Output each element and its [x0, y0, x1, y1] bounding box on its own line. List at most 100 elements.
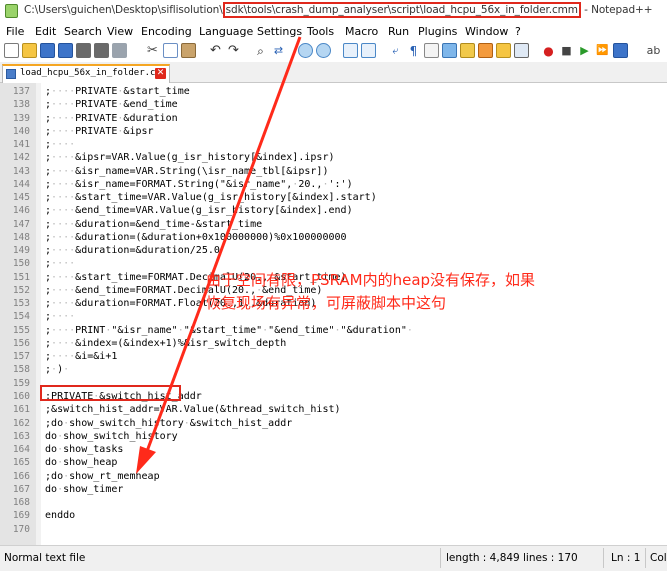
code-line[interactable]: 165 do·show_heap	[0, 456, 667, 469]
code-text: ;····PRIVATE·&ipsr	[45, 125, 154, 137]
code-line[interactable]: 144 ;····&isr_name=FORMAT.String("&isr_na…	[0, 178, 667, 191]
save-macro-icon[interactable]	[613, 43, 628, 58]
indent-guide-icon[interactable]	[424, 43, 439, 58]
code-text: ;&switch_hist_addr=VAR.Value(&thread_swi…	[45, 404, 341, 416]
menu-encoding[interactable]: Encoding	[141, 25, 192, 38]
folder-workspace-icon[interactable]	[496, 43, 511, 58]
zoom-out-icon[interactable]	[316, 43, 331, 58]
zoom-in-icon[interactable]	[298, 43, 313, 58]
replace-icon[interactable]: ⇄	[271, 43, 286, 58]
code-line[interactable]: 145 ;····&start_time=VAR.Value(g_isr_hist…	[0, 191, 667, 204]
menu-settings[interactable]: Settings	[257, 25, 302, 38]
code-line[interactable]: 155 ;····PRINT·"&isr_name"·"&start_time"·…	[0, 324, 667, 337]
tab-load-hcpu[interactable]: load_hcpu_56x_in_folder.cmm ✕	[2, 64, 170, 83]
menu-search[interactable]: Search	[64, 25, 102, 38]
menu-macro[interactable]: Macro	[345, 25, 378, 38]
code-text: ;do·show_rt_memheap	[45, 470, 160, 482]
doc-map-icon[interactable]	[460, 43, 475, 58]
monitor-icon[interactable]	[514, 43, 529, 58]
line-number: 169	[12, 510, 30, 522]
tab-bar: load_hcpu_56x_in_folder.cmm ✕	[0, 62, 667, 83]
close-all-icon[interactable]	[94, 43, 109, 58]
menu-language[interactable]: Language	[199, 25, 253, 38]
udl-icon[interactable]	[442, 43, 457, 58]
code-text: ;····PRINT·"&isr_name"·"&start_time"·"&e…	[45, 324, 413, 336]
menu-plugins[interactable]: Plugins	[418, 25, 457, 38]
code-text: ;····PRIVATE·&end_time	[45, 99, 178, 111]
status-col: Col	[650, 552, 667, 564]
menu-tools[interactable]: Tools	[307, 25, 334, 38]
line-number: 162	[12, 417, 30, 429]
code-line[interactable]: 142 ;····&ipsr=VAR.Value(g_isr_history[&i…	[0, 151, 667, 164]
save-all-icon[interactable]	[58, 43, 73, 58]
line-number: 155	[12, 324, 30, 336]
code-line[interactable]: 157 ;····&i=&i+1	[0, 350, 667, 363]
paste-icon[interactable]	[181, 43, 196, 58]
code-line[interactable]: 158 ;·)·	[0, 363, 667, 376]
run-macro-multiple-icon[interactable]: ⏩	[595, 43, 610, 58]
menu-edit[interactable]: Edit	[35, 25, 56, 38]
menu-file[interactable]: File	[6, 25, 24, 38]
line-number: 149	[12, 245, 30, 257]
code-text: do·show_timer	[45, 483, 124, 495]
sync-v-icon[interactable]	[343, 43, 358, 58]
stop-macro-icon[interactable]: ■	[559, 43, 574, 58]
code-text: ;····&duration=&duration/25.0	[45, 245, 220, 257]
code-line[interactable]: 139 ;····PRIVATE·&duration	[0, 112, 667, 125]
tab-close-icon[interactable]: ✕	[155, 68, 166, 79]
code-line[interactable]: 170	[0, 523, 667, 536]
code-line[interactable]: 143 ;····&isr_name=VAR.String(\isr_name_t…	[0, 165, 667, 178]
code-line[interactable]: 149 ;····&duration=&duration/25.0	[0, 244, 667, 257]
code-line[interactable]: 156 ;····&index=(&index+1)%&isr_switch_de…	[0, 337, 667, 350]
code-line[interactable]: 163 do·show_switch_history	[0, 430, 667, 443]
code-line[interactable]: 164 do·show_tasks	[0, 443, 667, 456]
undo-icon[interactable]: ↶	[208, 43, 223, 58]
code-line[interactable]: 161 ;&switch_hist_addr=VAR.Value(&thread_…	[0, 403, 667, 416]
status-divider	[440, 548, 441, 568]
code-text: enddo	[45, 510, 76, 522]
show-all-chars-icon[interactable]: ¶	[406, 43, 421, 58]
menu-help[interactable]: ?	[515, 25, 521, 38]
code-line[interactable]: 146 ;····&end_time=VAR.Value(g_isr_histor…	[0, 204, 667, 217]
new-file-icon[interactable]	[4, 43, 19, 58]
menu-window[interactable]: Window	[465, 25, 508, 38]
code-line[interactable]: 147 ;····&duration=&end_time-&start_time	[0, 218, 667, 231]
line-number: 156	[12, 337, 30, 349]
code-line[interactable]: 169 enddo	[0, 509, 667, 522]
word-wrap-icon[interactable]: ⤶	[388, 43, 403, 58]
menu-view[interactable]: View	[107, 25, 133, 38]
code-line[interactable]: 148 ;····&duration=(&duration+0x100000000…	[0, 231, 667, 244]
annotation-line-1: 由于空间有限，PSRAM内的heap没有保存，如果	[206, 271, 536, 289]
open-file-icon[interactable]	[22, 43, 37, 58]
sync-h-icon[interactable]	[361, 43, 376, 58]
cut-icon[interactable]: ✂	[145, 43, 160, 58]
copy-icon[interactable]	[163, 43, 178, 58]
code-line[interactable]: 140 ;····PRIVATE·&ipsr	[0, 125, 667, 138]
menu-run[interactable]: Run	[388, 25, 409, 38]
code-line[interactable]: 137 ;····PRIVATE·&start_time	[0, 85, 667, 98]
tab-label: load_hcpu_56x_in_folder.cmm	[20, 68, 167, 78]
line-number: 159	[12, 377, 30, 389]
function-list-icon[interactable]	[478, 43, 493, 58]
code-line[interactable]: 141 ;····	[0, 138, 667, 151]
status-lines: lines : 170	[523, 552, 578, 564]
annotation-note: 由于空间有限，PSRAM内的heap没有保存，如果 恢复现场有异常，可屏蔽脚本中…	[206, 269, 626, 315]
play-macro-icon[interactable]: ▶	[577, 43, 592, 58]
record-macro-icon[interactable]: ●	[541, 43, 556, 58]
line-number: 153	[12, 298, 30, 310]
code-line[interactable]: 138 ;····PRIVATE·&end_time	[0, 98, 667, 111]
code-line[interactable]: 168	[0, 496, 667, 509]
save-icon[interactable]	[40, 43, 55, 58]
print-icon[interactable]	[112, 43, 127, 58]
code-text: ;····&isr_name=VAR.String(\isr_name_tbl[…	[45, 165, 329, 177]
code-line[interactable]: 167 do·show_timer	[0, 483, 667, 496]
status-divider	[603, 548, 604, 568]
code-line[interactable]: 162 ;do·show_switch_history·&switch_hist_…	[0, 417, 667, 430]
find-icon[interactable]: ⌕	[253, 43, 268, 58]
line-number: 161	[12, 404, 30, 416]
close-icon[interactable]	[76, 43, 91, 58]
saved-file-icon	[6, 69, 16, 79]
abc-spellcheck-icon[interactable]: ab	[646, 43, 661, 58]
redo-icon[interactable]: ↷	[226, 43, 241, 58]
code-line[interactable]: 166 ;do·show_rt_memheap	[0, 470, 667, 483]
